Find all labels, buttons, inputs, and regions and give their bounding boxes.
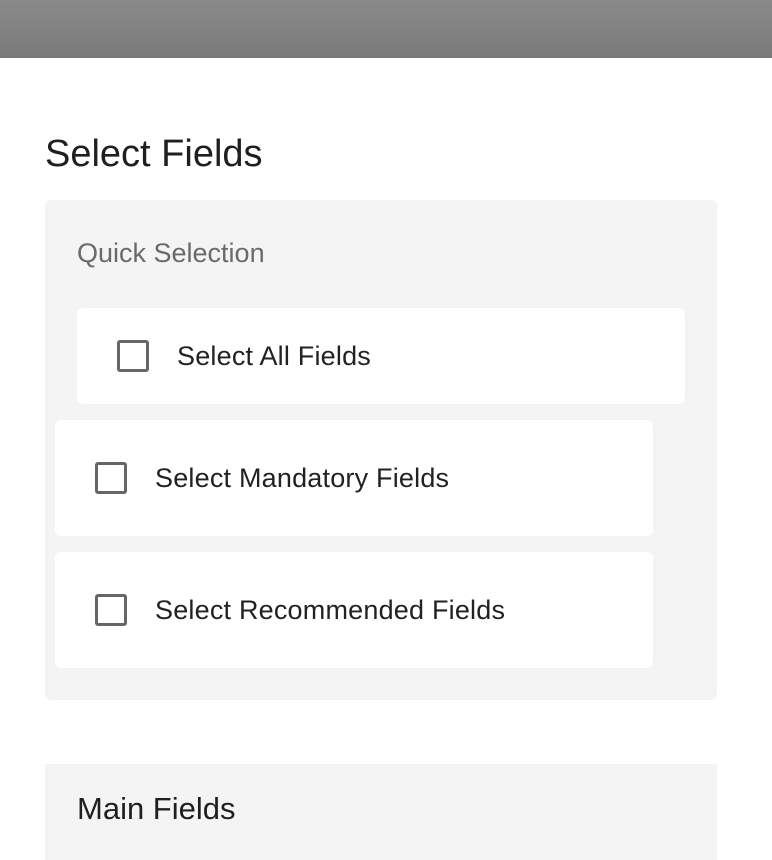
select-mandatory-fields-option[interactable]: Select Mandatory Fields <box>55 420 653 536</box>
main-fields-panel: Main Fields <box>45 764 717 860</box>
select-mandatory-fields-label: Select Mandatory Fields <box>155 462 450 493</box>
select-recommended-fields-option[interactable]: Select Recommended Fields <box>55 552 653 668</box>
select-recommended-fields-checkbox[interactable] <box>95 594 127 626</box>
select-all-fields-label: Select All Fields <box>177 340 371 371</box>
top-bar <box>0 0 772 58</box>
main-fields-title: Main Fields <box>77 791 236 826</box>
quick-selection-panel: Quick Selection Select All Fields Select… <box>45 200 717 700</box>
select-all-fields-option[interactable]: Select All Fields <box>77 308 685 404</box>
select-recommended-fields-label: Select Recommended Fields <box>155 594 506 625</box>
page-title: Select Fields <box>45 133 263 175</box>
select-mandatory-fields-checkbox[interactable] <box>95 462 127 494</box>
quick-selection-label: Quick Selection <box>77 238 265 268</box>
select-all-fields-checkbox[interactable] <box>117 340 149 372</box>
